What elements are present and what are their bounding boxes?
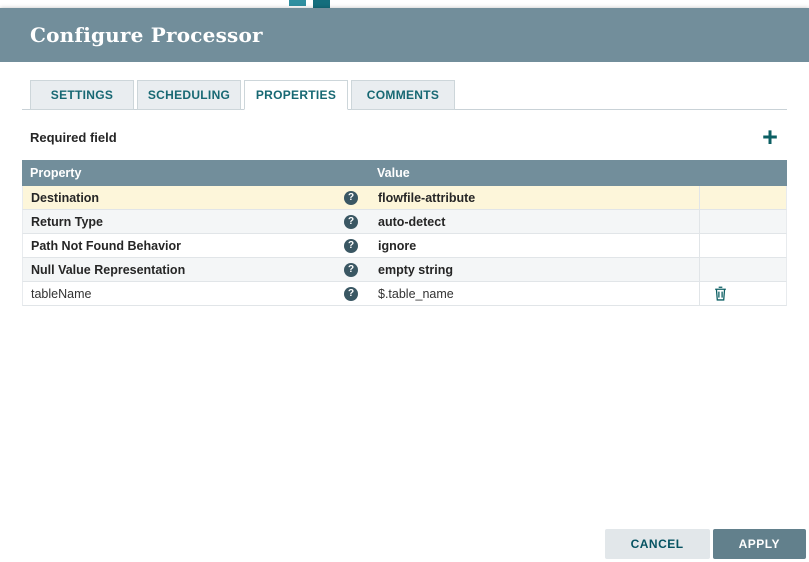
question-circle-icon[interactable]: ? (344, 214, 358, 229)
row-action-cell (699, 186, 786, 209)
property-name-cell: Null Value Representation ? (23, 258, 368, 281)
property-name-cell: Destination ? (23, 186, 368, 209)
property-value-cell[interactable]: flowfile-attribute (368, 186, 699, 209)
dialog-content: SETTINGS SCHEDULING PROPERTIES COMMENTS … (0, 80, 809, 306)
background-strip (0, 0, 809, 8)
property-name-cell: Return Type ? (23, 210, 368, 233)
delete-property-button[interactable] (714, 286, 727, 301)
property-name-cell: tableName ? (23, 282, 368, 305)
row-action-cell (699, 282, 786, 305)
question-circle-icon[interactable]: ? (344, 286, 358, 301)
question-circle-icon[interactable]: ? (344, 190, 358, 205)
property-value-cell[interactable]: auto-detect (368, 210, 699, 233)
row-action-cell (699, 258, 786, 281)
tab-properties[interactable]: PROPERTIES (244, 80, 348, 110)
plus-icon: + (762, 122, 778, 152)
background-toolbar-fragment-icon (289, 0, 306, 6)
property-column-header: Property (30, 166, 82, 180)
action-column-header (700, 160, 787, 186)
add-property-button[interactable]: + (753, 122, 787, 152)
trash-icon (715, 286, 726, 301)
table-row[interactable]: Destination ? flowfile-attribute (22, 186, 787, 210)
required-field-label: Required field (30, 129, 117, 145)
dialog-header: Configure Processor (0, 8, 809, 62)
dialog-title: Configure Processor (30, 23, 263, 47)
row-action-cell (699, 210, 786, 233)
table-row[interactable]: Null Value Representation ? empty string (22, 258, 787, 282)
property-name-cell: Path Not Found Behavior ? (23, 234, 368, 257)
property-value-cell[interactable]: empty string (368, 258, 699, 281)
tab-settings[interactable]: SETTINGS (30, 80, 134, 110)
table-row[interactable]: tableName ? $.table_name (22, 282, 787, 306)
cancel-button[interactable]: CANCEL (604, 529, 710, 559)
background-toolbar-fragment-icon (313, 0, 330, 8)
property-value-cell[interactable]: $.table_name (368, 282, 699, 305)
property-value-cell[interactable]: ignore (368, 234, 699, 257)
value-column-header: Value (377, 166, 410, 180)
properties-table: Property Value Destination ? flowfile-at… (22, 160, 787, 306)
question-circle-icon[interactable]: ? (344, 262, 358, 277)
table-toolbar: Required field + (22, 120, 787, 154)
row-action-cell (699, 234, 786, 257)
table-row[interactable]: Path Not Found Behavior ? ignore (22, 234, 787, 258)
configure-processor-dialog: Configure Processor SETTINGS SCHEDULING … (0, 8, 809, 562)
apply-button[interactable]: APPLY (712, 529, 806, 559)
dialog-footer: CANCEL APPLY (604, 529, 806, 559)
table-row[interactable]: Return Type ? auto-detect (22, 210, 787, 234)
tab-bar: SETTINGS SCHEDULING PROPERTIES COMMENTS (22, 80, 787, 110)
table-header-row: Property Value (22, 160, 787, 186)
question-circle-icon[interactable]: ? (344, 238, 358, 253)
tab-comments[interactable]: COMMENTS (351, 80, 455, 110)
tab-scheduling[interactable]: SCHEDULING (137, 80, 241, 110)
